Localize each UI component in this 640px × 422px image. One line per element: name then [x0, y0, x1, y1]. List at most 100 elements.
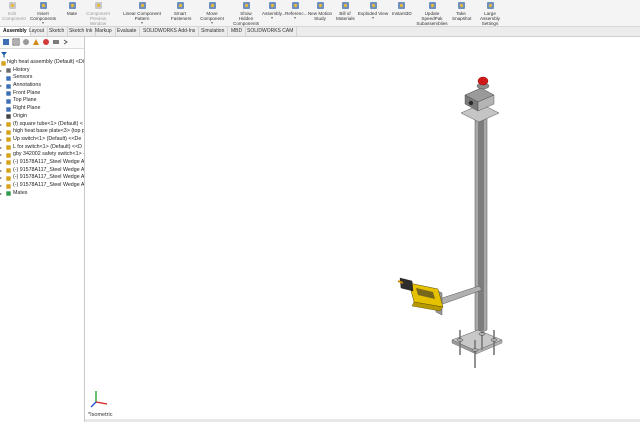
tree-item[interactable]: ▸ Up switch<1> (Default) <<De — [0, 136, 84, 144]
tree-item-label: L for switch<1> (Default) <<D — [13, 143, 82, 150]
tree-item-label: Sensors — [13, 74, 33, 81]
ribbon-button-3[interactable]: Component Preview Window — [83, 1, 113, 26]
chevron-down-icon[interactable]: ▾ — [285, 16, 305, 20]
exploded-view-icon — [369, 2, 377, 9]
ribbon-button-0[interactable]: Edit Component — [2, 1, 26, 25]
expand-arrow-icon[interactable]: ▸ — [0, 128, 2, 136]
ribbon-button-2[interactable]: Mate — [64, 1, 80, 25]
chevron-down-icon[interactable]: ▾ — [262, 16, 282, 20]
graphics-area[interactable] — [85, 37, 640, 422]
cam-tab-icon[interactable] — [52, 38, 60, 46]
expand-arrow-icon[interactable]: ▸ — [0, 190, 2, 198]
assembly-model[interactable] — [85, 37, 640, 422]
tree-item[interactable]: high heat assembly (Default) <Di — [0, 59, 84, 67]
tree-item[interactable]: ▸ History — [0, 67, 84, 75]
ribbon-button-8[interactable]: Assembly... ▾ — [262, 1, 285, 25]
tree-item-label: Front Plane — [13, 89, 41, 96]
expand-arrow-icon[interactable]: ▸ — [0, 151, 2, 159]
configuration-manager-tab-icon[interactable] — [22, 38, 30, 46]
tree-item[interactable]: Sensors — [0, 74, 84, 82]
tree-item-label: (-) 91578A117_Steel Wedge A — [13, 166, 84, 173]
tree-item[interactable]: Top Plane — [0, 97, 84, 105]
chevron-down-icon[interactable]: ▾ — [24, 21, 62, 25]
tree-item[interactable]: ▸ (f) square tube<1> (Default) < — [0, 121, 84, 129]
tree-item[interactable]: ▸ Annotations — [0, 82, 84, 90]
tree-item-label: (f) square tube<1> (Default) < — [13, 120, 83, 127]
tree-item-label: Annotations — [13, 82, 41, 89]
ribbon-button-label: Take Snapshot — [452, 11, 472, 21]
expand-arrow-icon[interactable]: ▸ — [0, 121, 2, 129]
tree-item-label: Top Plane — [13, 97, 37, 104]
ribbon-button-5[interactable]: Smart Fasteners — [171, 1, 191, 25]
reference-triad — [90, 391, 108, 408]
move-component-icon — [208, 2, 216, 9]
expand-arrow-icon[interactable]: ▸ — [0, 136, 2, 144]
history-icon — [6, 68, 11, 73]
tab-2[interactable]: Sketch — [46, 27, 69, 36]
tab-4[interactable]: Markup — [92, 27, 116, 36]
ribbon-button-11[interactable]: Bill of Materials — [336, 1, 355, 25]
tab-1[interactable]: Layout — [26, 27, 49, 36]
tree-item[interactable]: Origin — [0, 113, 84, 121]
expand-arrow-icon[interactable]: ▸ — [0, 182, 2, 190]
tree-item[interactable]: ▸ L for switch<1> (Default) <<D — [0, 144, 84, 152]
tree-item[interactable]: ▸ high heat base plate<3> (top pla — [0, 128, 84, 136]
ribbon-button-label: New Motion Study — [307, 11, 333, 21]
expand-arrow-icon[interactable]: ▸ — [0, 167, 2, 175]
speedpak-icon — [428, 2, 436, 9]
tree-item-label: (-) 91578A117_Steel Wedge A — [13, 174, 84, 181]
tree-item[interactable]: ▸ gby 342002 safety switch<1> - — [0, 151, 84, 159]
tree-item[interactable]: ▸ (-) 91578A117_Steel Wedge A — [0, 174, 84, 182]
expand-arrow-icon[interactable]: ▸ — [0, 174, 2, 182]
ribbon-button-4[interactable]: Linear Component Pattern ▾ — [116, 1, 168, 25]
ribbon-button-13[interactable]: Instant3D — [392, 1, 412, 25]
property-manager-tab-icon[interactable] — [12, 38, 20, 46]
instant3d-icon — [397, 2, 405, 9]
e-stop-button[interactable] — [477, 76, 489, 86]
ribbon-button-16[interactable]: Large Assembly Settings▾ — [474, 1, 506, 30]
expand-arrow-icon[interactable]: ▸ — [0, 159, 2, 167]
tree-item[interactable]: Right Plane — [0, 105, 84, 113]
tab-9[interactable]: SOLIDWORKS CAM — [244, 27, 298, 36]
tree-item[interactable]: Front Plane — [0, 90, 84, 98]
ribbon-button-10[interactable]: New Motion Study — [307, 1, 333, 25]
ribbon-button-14[interactable]: Update SpeedPak Subassemblies — [414, 1, 450, 26]
display-manager-tab-icon[interactable] — [42, 38, 50, 46]
linear-pattern-icon — [138, 2, 146, 9]
ribbon-button-9[interactable]: Referenc... ▾ — [285, 1, 307, 25]
tree-item-label: gby 342002 safety switch<1> - — [13, 151, 84, 158]
tree-item[interactable]: ▸ (-) 91578A117_Steel Wedge A — [0, 182, 84, 190]
plane-icon — [6, 106, 11, 112]
ribbon-button-label: Show Hidden Components — [233, 11, 260, 26]
feature-manager-toolbar — [0, 37, 84, 49]
part-icon — [6, 153, 11, 158]
tab-7[interactable]: Simulation — [198, 27, 229, 36]
tree-item-label: History — [13, 66, 30, 73]
chevron-down-icon[interactable]: ▾ — [116, 21, 168, 25]
part-icon — [6, 183, 11, 189]
ribbon-button-15[interactable]: Take Snapshot — [452, 1, 472, 25]
ribbon-button-6[interactable]: Move Component ▾ — [194, 1, 230, 25]
chevron-down-icon[interactable]: ▾ — [357, 16, 389, 20]
ribbon-button-1[interactable]: Insert Components ▾ — [24, 1, 62, 25]
feature-tree-tab-icon[interactable] — [2, 38, 10, 46]
expand-arrow-icon[interactable]: ▸ — [0, 67, 2, 75]
ribbon-button-12[interactable]: Exploded View ▾ — [357, 1, 389, 25]
subassembly-icon — [6, 137, 11, 143]
tree-item[interactable]: ▸ (-) 91578A117_Steel Wedge A — [0, 159, 84, 167]
tree-item-label: Mates — [13, 189, 28, 196]
tree-item[interactable]: ▸ (-) 91578A117_Steel Wedge A — [0, 167, 84, 175]
ribbon-button-7[interactable]: Show Hidden Components — [233, 1, 260, 26]
part-icon — [6, 168, 11, 173]
more-tabs-icon[interactable] — [62, 38, 70, 46]
tab-5[interactable]: Evaluate — [114, 27, 141, 36]
dimxpert-tab-icon[interactable] — [32, 38, 40, 46]
expand-arrow-icon[interactable]: ▸ — [0, 144, 2, 152]
tree-item-label: Right Plane — [13, 105, 41, 112]
expand-arrow-icon[interactable]: ▸ — [0, 82, 2, 90]
tree-item[interactable]: ▸ Mates — [0, 190, 84, 198]
tab-6[interactable]: SOLIDWORKS Add-Ins — [140, 27, 200, 36]
ribbon-button-label: Mate — [66, 11, 78, 16]
chevron-down-icon[interactable]: ▾ — [194, 21, 230, 25]
part-icon — [6, 129, 11, 135]
